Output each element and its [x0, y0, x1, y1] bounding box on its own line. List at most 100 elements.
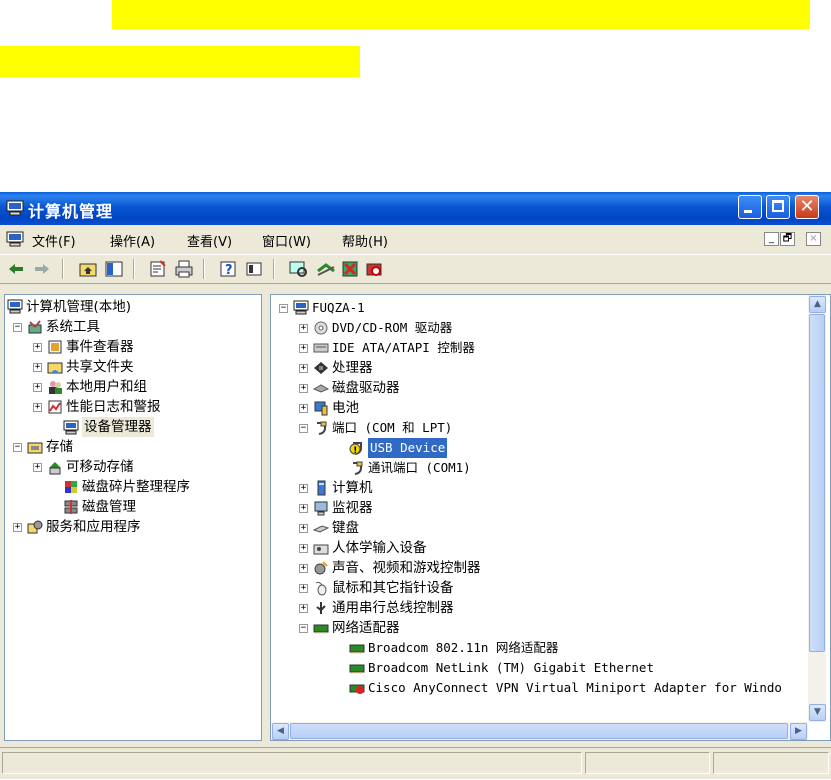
vertical-scroll-thumb[interactable] — [809, 314, 825, 652]
processor-icon — [314, 362, 328, 374]
expand-toggle[interactable]: + — [33, 343, 42, 352]
maximize-icon — [772, 200, 784, 212]
toolbar: ? — [0, 254, 831, 284]
expand-toggle[interactable]: + — [299, 504, 308, 513]
shared-folder-icon — [47, 362, 63, 374]
menu-view[interactable]: 查看(V) — [187, 231, 232, 250]
scroll-right-button[interactable]: ▶ — [790, 723, 807, 740]
highlight-band-second — [0, 46, 360, 77]
status-cell — [713, 752, 829, 774]
computer-icon — [317, 480, 326, 496]
port-icon — [353, 461, 363, 475]
svg-text:?: ? — [225, 263, 233, 278]
menu-help[interactable]: 帮助(H) — [342, 231, 388, 250]
menu-window[interactable]: 窗口(W) — [262, 231, 311, 250]
show-tree-icon[interactable] — [104, 259, 124, 279]
collapse-toggle[interactable]: − — [13, 443, 22, 452]
status-cell-main — [2, 752, 582, 774]
disabled-network-adapter-icon — [349, 684, 365, 694]
expand-toggle[interactable]: + — [299, 384, 308, 393]
expand-toggle[interactable]: + — [299, 544, 308, 553]
performance-icon — [48, 400, 62, 414]
minimize-icon — [744, 210, 752, 213]
expand-toggle[interactable]: + — [299, 564, 308, 573]
status-cell — [585, 752, 710, 774]
back-arrow-icon[interactable] — [6, 259, 26, 279]
window-title: 计算机管理 — [28, 202, 114, 221]
uninstall-icon[interactable] — [340, 259, 360, 279]
keyboard-icon — [313, 525, 329, 533]
forward-arrow-icon[interactable] — [32, 259, 52, 279]
scroll-left-button[interactable]: ◀ — [272, 723, 289, 740]
network-adapter-icon — [349, 644, 365, 654]
network-adapter-icon — [313, 624, 329, 634]
disk-management-icon — [64, 500, 78, 514]
expand-toggle[interactable]: + — [299, 404, 308, 413]
expand-toggle[interactable]: + — [299, 364, 308, 373]
removable-storage-icon — [49, 462, 61, 475]
title-bar[interactable]: 计算机管理 ✕ — [0, 192, 831, 225]
expand-toggle[interactable]: + — [299, 604, 308, 613]
hid-icon — [313, 544, 329, 555]
expand-toggle[interactable]: + — [299, 344, 308, 353]
menu-bar: 文件(F) 操作(A) 查看(V) 窗口(W) 帮助(H) _ 🗗 × — [0, 226, 831, 252]
storage-icon — [27, 442, 43, 454]
vertical-scrollbar[interactable]: ▲ ▼ — [808, 295, 826, 722]
expand-toggle[interactable]: + — [299, 484, 308, 493]
toolbar-separator — [273, 259, 275, 279]
expand-toggle[interactable]: + — [299, 524, 308, 533]
menu-file[interactable]: 文件(F) — [32, 231, 76, 250]
up-folder-icon[interactable] — [78, 259, 98, 279]
expand-toggle[interactable]: + — [33, 403, 42, 412]
expand-toggle[interactable]: + — [299, 324, 308, 333]
menu-action[interactable]: 操作(A) — [110, 231, 155, 250]
computer-management-window: 计算机管理 ✕ 文件(F) 操作(A) 查看(V) 窗口(W) 帮助(H) _ … — [0, 192, 831, 779]
console-icon[interactable] — [244, 259, 264, 279]
port-icon — [317, 421, 327, 435]
scroll-down-button[interactable]: ▼ — [809, 704, 826, 721]
collapse-toggle[interactable]: − — [279, 304, 288, 313]
disk-drive-icon — [313, 384, 329, 393]
network-adapter-icon — [349, 664, 365, 674]
sound-icon — [314, 561, 328, 575]
mdi-close-button[interactable]: × — [806, 232, 821, 246]
warning-icon: ! — [349, 442, 362, 456]
svg-text:!: ! — [353, 446, 357, 456]
monitor-icon — [314, 501, 328, 516]
scan-hardware-icon[interactable] — [288, 259, 308, 279]
collapse-toggle[interactable]: − — [299, 424, 308, 433]
mouse-icon — [315, 581, 327, 596]
close-button[interactable]: ✕ — [795, 195, 819, 219]
console-tree-panel: 计算机管理(本地) − 系统工具 + 事件查看器 + 共享文件夹 + 本地用户和… — [4, 294, 262, 741]
computer-icon[interactable] — [6, 231, 24, 247]
help-icon[interactable]: ? — [218, 259, 238, 279]
mdi-minimize-button[interactable]: _ — [764, 232, 779, 246]
minimize-button[interactable] — [738, 195, 762, 219]
horizontal-scrollbar[interactable]: ◀ ▶ — [271, 722, 808, 740]
ide-controller-icon — [313, 343, 329, 353]
disable-device-icon[interactable] — [364, 259, 384, 279]
usb-icon — [316, 602, 326, 614]
scroll-up-button[interactable]: ▲ — [809, 296, 826, 313]
properties-icon[interactable] — [148, 259, 168, 279]
dvd-drive-icon — [314, 321, 328, 335]
expand-toggle[interactable]: + — [33, 363, 42, 372]
device-tree-panel: − FUQZA-1 + DVD/CD-ROM 驱动器 + IDE ATA/ATA… — [270, 294, 831, 741]
close-icon: ✕ — [799, 196, 815, 217]
services-icon — [27, 520, 43, 534]
expand-toggle[interactable]: + — [33, 383, 42, 392]
maximize-button[interactable] — [766, 195, 790, 219]
expand-toggle[interactable]: + — [33, 463, 42, 472]
print-icon[interactable] — [174, 259, 194, 279]
collapse-toggle[interactable]: − — [13, 323, 22, 332]
computer-icon — [6, 200, 24, 216]
computer-icon — [293, 300, 309, 315]
mdi-restore-button[interactable]: 🗗 — [780, 232, 795, 246]
expand-toggle[interactable]: + — [13, 523, 22, 532]
collapse-toggle[interactable]: − — [299, 624, 308, 633]
horizontal-scroll-thumb[interactable] — [290, 723, 788, 739]
update-driver-icon[interactable] — [316, 259, 336, 279]
computer-icon — [7, 299, 23, 314]
toolbar-separator — [133, 259, 135, 279]
expand-toggle[interactable]: + — [299, 584, 308, 593]
